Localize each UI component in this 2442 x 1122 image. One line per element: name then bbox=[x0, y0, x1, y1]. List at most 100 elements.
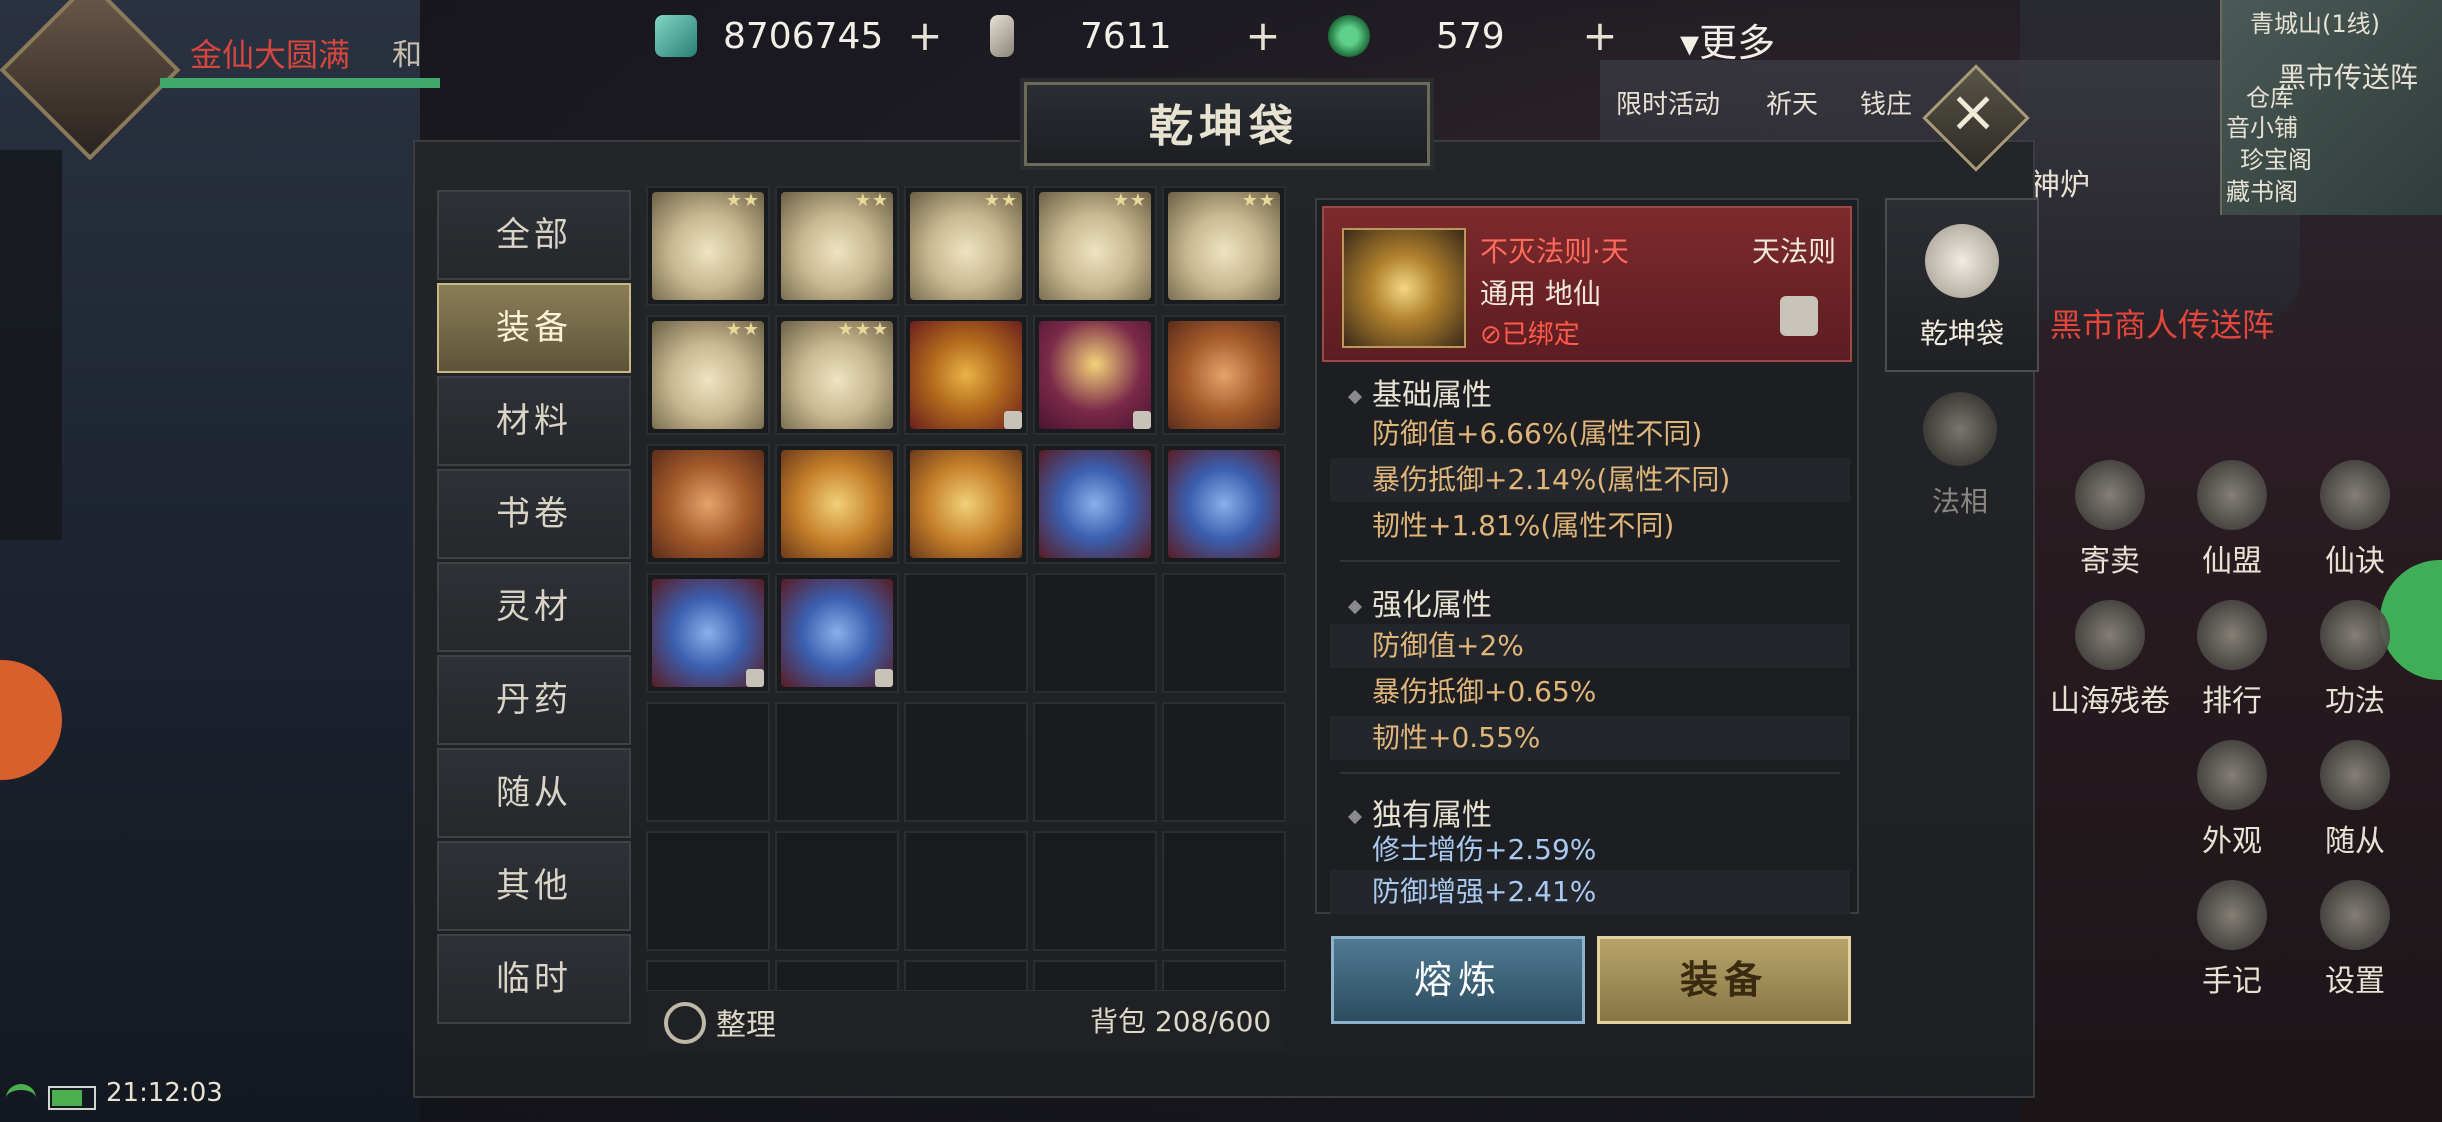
background-scene-left bbox=[0, 0, 420, 1122]
inventory-slot[interactable] bbox=[775, 573, 899, 693]
tab-pouch[interactable]: 乾坤袋 bbox=[1885, 198, 2039, 372]
add-ring-button[interactable]: + bbox=[1580, 15, 1620, 57]
section-base-label: 基础属性 bbox=[1372, 378, 1492, 413]
teleport-label[interactable]: 黑市商人传送阵 bbox=[2050, 300, 2274, 346]
inventory-slot[interactable] bbox=[1162, 315, 1286, 435]
menu-limited-events[interactable]: 限时活动 bbox=[1616, 84, 1720, 121]
attribute-row: 暴伤抵御+0.65% bbox=[1372, 675, 1597, 708]
side-menu-alliance[interactable]: 仙盟 bbox=[2172, 460, 2292, 580]
category-other[interactable]: 其他 bbox=[437, 841, 631, 931]
inventory-slot[interactable]: ★★ bbox=[646, 315, 770, 435]
battery-level bbox=[52, 1090, 82, 1106]
inventory-slot[interactable] bbox=[904, 444, 1028, 564]
empty-slot[interactable] bbox=[1033, 831, 1157, 951]
left-tool-strip[interactable] bbox=[0, 150, 62, 540]
bound-icon: ⊘ bbox=[1480, 320, 1502, 350]
inventory-slot[interactable]: ★★ bbox=[1033, 186, 1157, 306]
inventory-slot[interactable] bbox=[646, 573, 770, 693]
side-menu-notebook[interactable]: 手记 bbox=[2172, 880, 2292, 1000]
inventory-slot[interactable]: ★★ bbox=[646, 186, 770, 306]
empty-slot[interactable] bbox=[775, 831, 899, 951]
empty-slot[interactable] bbox=[1162, 831, 1286, 951]
tab-dharma-form[interactable]: 法相 bbox=[1885, 368, 2035, 538]
category-books[interactable]: 书卷 bbox=[437, 469, 631, 559]
equip-button[interactable]: 装备 bbox=[1597, 936, 1851, 1024]
side-menu-label: 寄卖 bbox=[2080, 544, 2140, 579]
player-status[interactable]: 和 bbox=[392, 30, 422, 74]
map-label-library: 藏书阁 bbox=[2226, 178, 2298, 206]
empty-slot[interactable] bbox=[1033, 702, 1157, 822]
side-menu-consign[interactable]: 寄卖 bbox=[2050, 460, 2170, 580]
category-pills[interactable]: 丹药 bbox=[437, 655, 631, 745]
menu-bank[interactable]: 钱庄 bbox=[1860, 84, 1912, 121]
refresh-icon[interactable] bbox=[664, 1002, 706, 1044]
scroll-icon bbox=[2320, 460, 2390, 530]
add-talisman-button[interactable]: + bbox=[1243, 15, 1283, 57]
side-menu-settings[interactable]: 设置 bbox=[2295, 880, 2415, 1000]
sort-button[interactable]: 整理 bbox=[716, 1000, 776, 1044]
more-menu-button[interactable]: ▾更多 bbox=[1680, 12, 1775, 67]
attribute-row: 暴伤抵御+2.14%(属性不同) bbox=[1330, 458, 1850, 502]
category-temporary[interactable]: 临时 bbox=[437, 934, 631, 1024]
inventory-slot[interactable] bbox=[1033, 444, 1157, 564]
attribute-row: 韧性+1.81%(属性不同) bbox=[1372, 509, 1675, 542]
dharma-form-icon bbox=[1923, 392, 1997, 466]
empty-slot[interactable] bbox=[775, 702, 899, 822]
inventory-slot[interactable] bbox=[646, 444, 770, 564]
category-materials[interactable]: 材料 bbox=[437, 376, 631, 466]
category-followers[interactable]: 随从 bbox=[437, 748, 631, 838]
bound-label: 已绑定 bbox=[1501, 320, 1580, 350]
section-title-enhance: 强化属性 bbox=[1347, 580, 1492, 624]
empty-slot[interactable] bbox=[904, 831, 1028, 951]
side-menu-label: 山海残卷 bbox=[2050, 684, 2170, 719]
empty-slot[interactable] bbox=[904, 573, 1028, 693]
side-menu-follower[interactable]: 随从 bbox=[2295, 740, 2415, 860]
empty-slot[interactable] bbox=[904, 702, 1028, 822]
side-menu-label: 仙诀 bbox=[2325, 544, 2385, 579]
menu-pray[interactable]: 祈天 bbox=[1766, 84, 1818, 121]
ding-item-icon bbox=[910, 450, 1022, 558]
side-menu-appearance[interactable]: 外观 bbox=[2172, 740, 2292, 860]
side-menu-mapscroll[interactable]: 山海残卷 bbox=[2035, 600, 2185, 720]
map-label-shop: 音小铺 bbox=[2226, 114, 2298, 142]
category-equipment[interactable]: 装备 bbox=[437, 283, 631, 373]
item-type: 天法则 bbox=[1752, 235, 1837, 268]
tab-pouch-label: 乾坤袋 bbox=[1919, 317, 2004, 350]
inventory-slot[interactable]: ★★ bbox=[1162, 186, 1286, 306]
inventory-slot[interactable]: ★★★ bbox=[775, 315, 899, 435]
currency-talisman-value: 7611 bbox=[1080, 15, 1172, 57]
map-label-blackmarket: 黑市传送阵 bbox=[2278, 61, 2419, 94]
side-menu-technique[interactable]: 功法 bbox=[2295, 600, 2415, 720]
item-detail-icon bbox=[1342, 228, 1466, 348]
minimap-title: 青城山(1线) bbox=[2250, 10, 2380, 38]
side-menu-ranking[interactable]: 排行 bbox=[2172, 600, 2292, 720]
empty-slot[interactable] bbox=[1033, 573, 1157, 693]
player-realm: 金仙大圆满 bbox=[190, 36, 351, 74]
currency-talisman: 7611 bbox=[990, 10, 1172, 62]
side-menu-scroll[interactable]: 仙诀 bbox=[2295, 460, 2415, 580]
lock-icon bbox=[1133, 411, 1151, 429]
close-icon[interactable]: × bbox=[1938, 76, 2008, 146]
inventory-slot[interactable] bbox=[904, 315, 1028, 435]
category-all[interactable]: 全部 bbox=[437, 190, 631, 280]
empty-slot[interactable] bbox=[646, 831, 770, 951]
clock: 21:12:03 bbox=[106, 1078, 223, 1108]
inventory-slot[interactable] bbox=[1033, 315, 1157, 435]
empty-slot[interactable] bbox=[646, 702, 770, 822]
inventory-slot[interactable]: ★★ bbox=[904, 186, 1028, 306]
inventory-slot[interactable] bbox=[775, 444, 899, 564]
empty-slot[interactable] bbox=[1162, 573, 1286, 693]
smelt-button[interactable]: 熔炼 bbox=[1331, 936, 1585, 1024]
jade-crystal-icon bbox=[655, 15, 697, 57]
add-jade-button[interactable]: + bbox=[905, 15, 945, 57]
inventory-slot[interactable] bbox=[1162, 444, 1286, 564]
side-menu-label: 随从 bbox=[2325, 824, 2385, 859]
inventory-slot[interactable]: ★★ bbox=[775, 186, 899, 306]
category-spirit-materials[interactable]: 灵材 bbox=[437, 562, 631, 652]
star-rating: ★★ bbox=[1241, 190, 1276, 211]
attribute-row: 防御值+6.66%(属性不同) bbox=[1372, 417, 1703, 450]
empty-slot[interactable] bbox=[1162, 702, 1286, 822]
lock-icon[interactable] bbox=[1780, 296, 1818, 336]
item-bound-status: ⊘已绑定 bbox=[1480, 314, 1580, 351]
side-menu-label: 神炉 bbox=[2030, 168, 2090, 203]
